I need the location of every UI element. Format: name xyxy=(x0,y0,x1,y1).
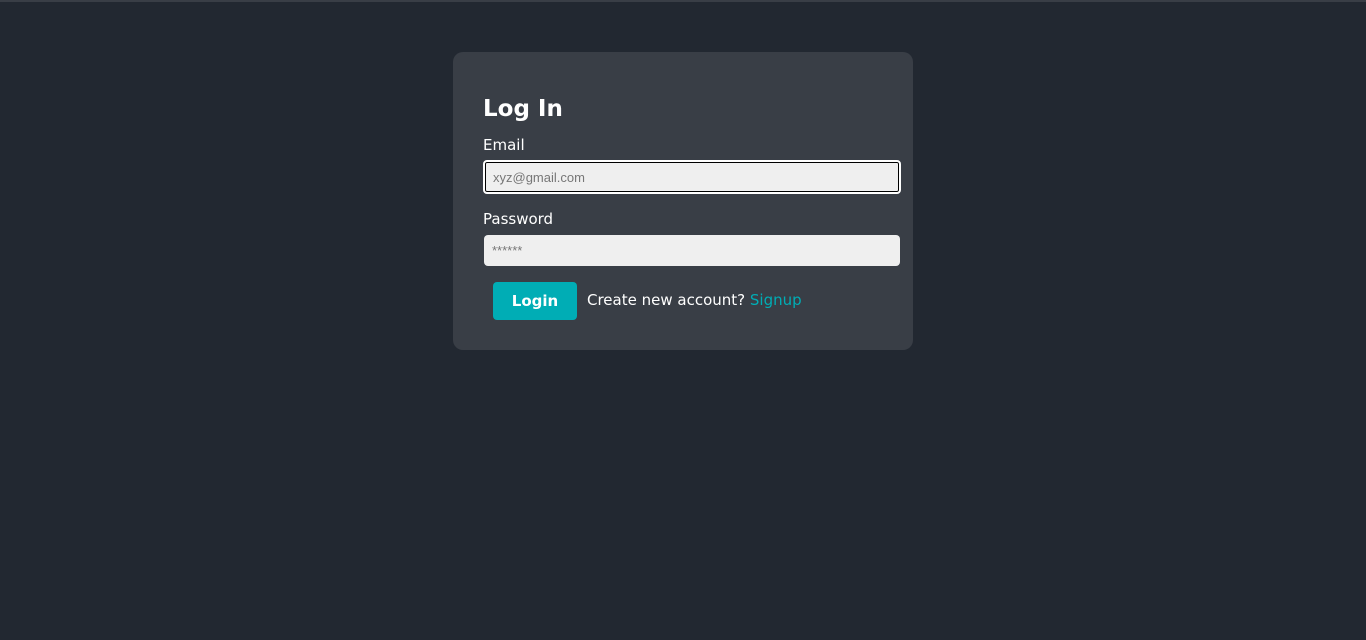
signup-link[interactable]: Signup xyxy=(750,291,802,309)
email-label: Email xyxy=(483,136,525,154)
page-title: Log In xyxy=(483,96,563,122)
login-button[interactable]: Login xyxy=(493,282,577,320)
signup-prompt: Create new account? Signup xyxy=(587,290,802,310)
top-border-line xyxy=(0,0,1366,2)
password-field[interactable] xyxy=(484,235,900,266)
password-label: Password xyxy=(483,210,554,228)
signup-prompt-text: Create new account? xyxy=(587,291,746,309)
login-card: Log In Email Password Login Create new a… xyxy=(453,52,913,350)
email-field[interactable] xyxy=(483,160,901,194)
